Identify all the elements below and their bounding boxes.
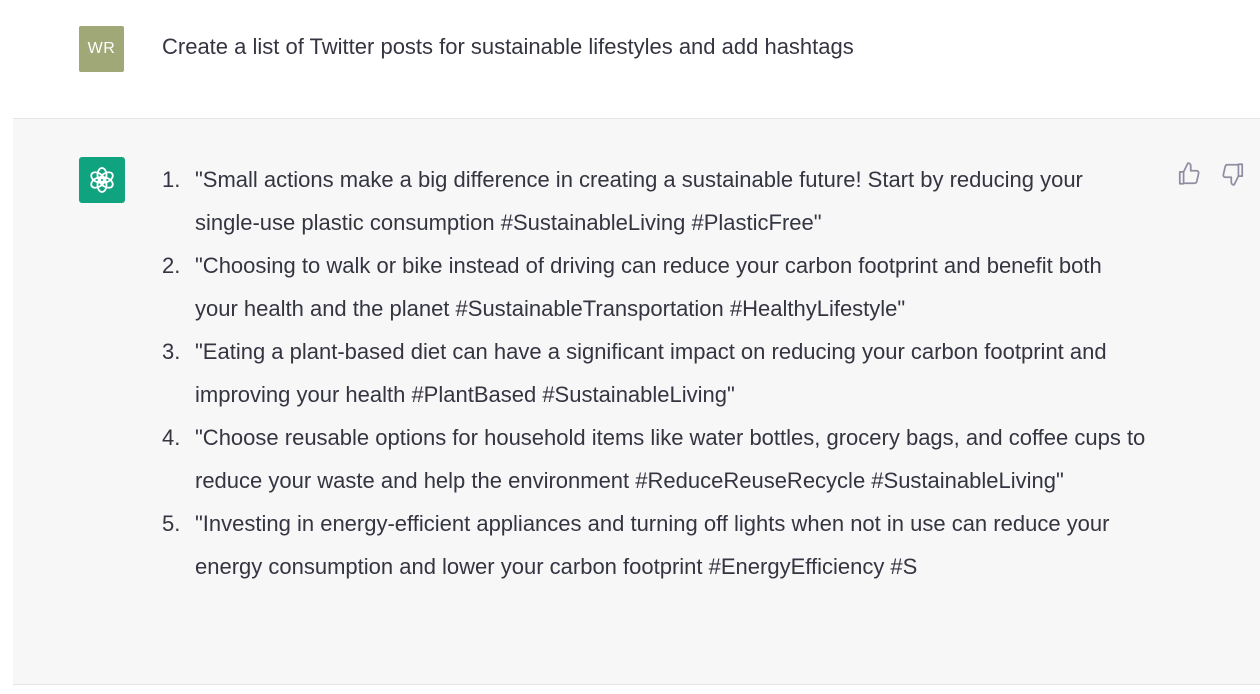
list-item: 4. "Choose reusable options for househol…	[162, 416, 1147, 502]
assistant-answer-list: 1. "Small actions make a big difference …	[162, 158, 1147, 588]
openai-logo-icon	[79, 157, 125, 203]
user-avatar: WR	[79, 26, 124, 72]
thumbs-up-icon	[1178, 162, 1200, 185]
list-item: 5. "Investing in energy-efficient applia…	[162, 502, 1147, 588]
thumbs-up-button[interactable]	[1176, 161, 1202, 187]
list-item: 1. "Small actions make a big difference …	[162, 158, 1147, 244]
list-item-number: 4.	[162, 425, 181, 450]
thumbs-down-button[interactable]	[1220, 161, 1246, 187]
list-item-text: "Choosing to walk or bike instead of dri…	[195, 253, 1102, 321]
list-item-number: 2.	[162, 253, 181, 278]
chat-conversation: WR Create a list of Twitter posts for su…	[0, 0, 1260, 694]
assistant-message-row: 1. "Small actions make a big difference …	[13, 118, 1260, 685]
feedback-buttons	[1176, 161, 1246, 187]
list-item-text: "Small actions make a big difference in …	[195, 167, 1083, 235]
list-item-number: 1.	[162, 167, 181, 192]
list-item: 3. "Eating a plant-based diet can have a…	[162, 330, 1147, 416]
list-item-text: "Eating a plant-based diet can have a si…	[195, 339, 1107, 407]
list-item-number: 3.	[162, 339, 181, 364]
list-item-number: 5.	[162, 511, 181, 536]
thumbs-down-icon	[1222, 163, 1244, 186]
list-item: 2. "Choosing to walk or bike instead of …	[162, 244, 1147, 330]
list-item-text: "Choose reusable options for household i…	[195, 425, 1146, 493]
list-item-text: "Investing in energy-efficient appliance…	[195, 511, 1110, 579]
user-message-text: Create a list of Twitter posts for susta…	[162, 34, 854, 59]
openai-logo-icon	[90, 167, 114, 193]
user-message-row: WR Create a list of Twitter posts for su…	[0, 0, 1260, 118]
